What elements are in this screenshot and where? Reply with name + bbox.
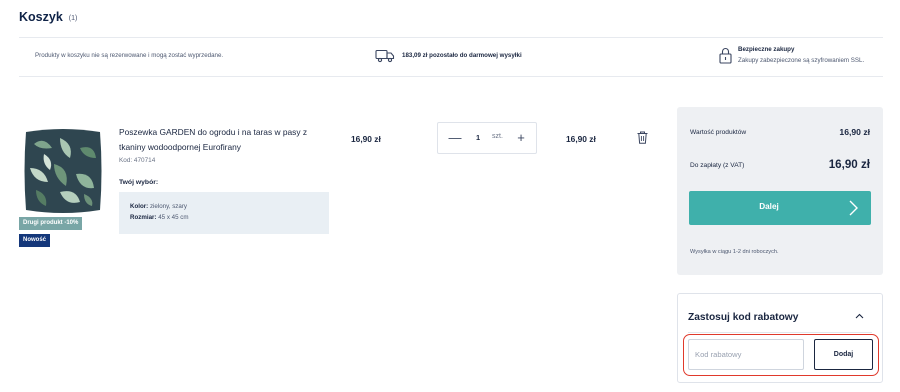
quantity-value[interactable]: 1 [476, 133, 480, 142]
quantity-unit: szt. [492, 133, 503, 140]
trash-icon[interactable] [637, 131, 648, 144]
lock-icon [719, 48, 732, 64]
coupon-divider [688, 332, 872, 333]
color-row: Kolor: zielony, szary [130, 203, 187, 210]
increase-quantity-button[interactable]: + [512, 129, 530, 147]
quantity-stepper: — 1 szt. + [437, 122, 537, 154]
promo-badge: Drugi produkt -10% [19, 217, 83, 230]
next-button-label: Dalej [759, 202, 779, 211]
coupon-code-input[interactable] [688, 339, 804, 370]
shipping-note: Wysyłka w ciągu 1-2 dni roboczych. [690, 249, 779, 255]
decrease-quantity-button[interactable]: — [446, 129, 464, 147]
size-row: Rozmiar: 45 x 45 cm [130, 214, 188, 221]
size-label: Rozmiar: [130, 214, 157, 221]
secure-title: Bezpieczne zakupy [738, 46, 795, 53]
coupon-title[interactable]: Zastosuj kod rabatowy [688, 312, 798, 323]
reservation-note: Produkty w koszyku nie są rezerwowane i … [35, 52, 224, 59]
choice-title: Twój wybór: [119, 179, 159, 186]
chevron-right-icon [849, 200, 858, 216]
line-total: 16,90 zł [566, 134, 596, 144]
order-summary: Wartość produktów 16,90 zł Do zapłaty (z… [677, 107, 883, 275]
to-pay-value: 16,90 zł [828, 158, 870, 171]
choice-box: Kolor: zielony, szary Rozmiar: 45 x 45 c… [119, 192, 329, 234]
cart-count: (1) [68, 15, 78, 22]
color-value: zielony, szary [149, 203, 187, 210]
free-shipping-text: 183,09 zł pozostało do darmowej wysyłki [402, 52, 522, 59]
page-title: Koszyk (1) [19, 10, 77, 24]
delivery-truck-icon [375, 49, 395, 63]
product-code: Kod: 470714 [119, 157, 156, 164]
product-name-link[interactable]: Poszewka GARDEN do ogrodu i na taras w p… [119, 125, 331, 155]
new-badge: Nowość [19, 234, 51, 247]
product-image[interactable] [20, 124, 106, 218]
add-coupon-button[interactable]: Dodaj [814, 339, 873, 370]
next-button[interactable]: Dalej [689, 191, 871, 225]
products-value: 16,90 zł [839, 127, 870, 137]
unit-price: 16,90 zł [351, 134, 381, 144]
products-value-label: Wartość produktów [690, 129, 747, 136]
info-bar: Produkty w koszyku nie są rezerwowane i … [19, 37, 883, 77]
secure-subtitle: Zakupy zabezpieczone są szyfrowaniem SSL… [738, 57, 865, 64]
size-value: 45 x 45 cm [158, 214, 189, 221]
page-title-text: Koszyk [19, 10, 63, 24]
to-pay-label: Do zapłaty (z VAT) [690, 162, 745, 169]
chevron-up-icon[interactable] [855, 313, 864, 319]
color-label: Kolor: [130, 203, 149, 210]
